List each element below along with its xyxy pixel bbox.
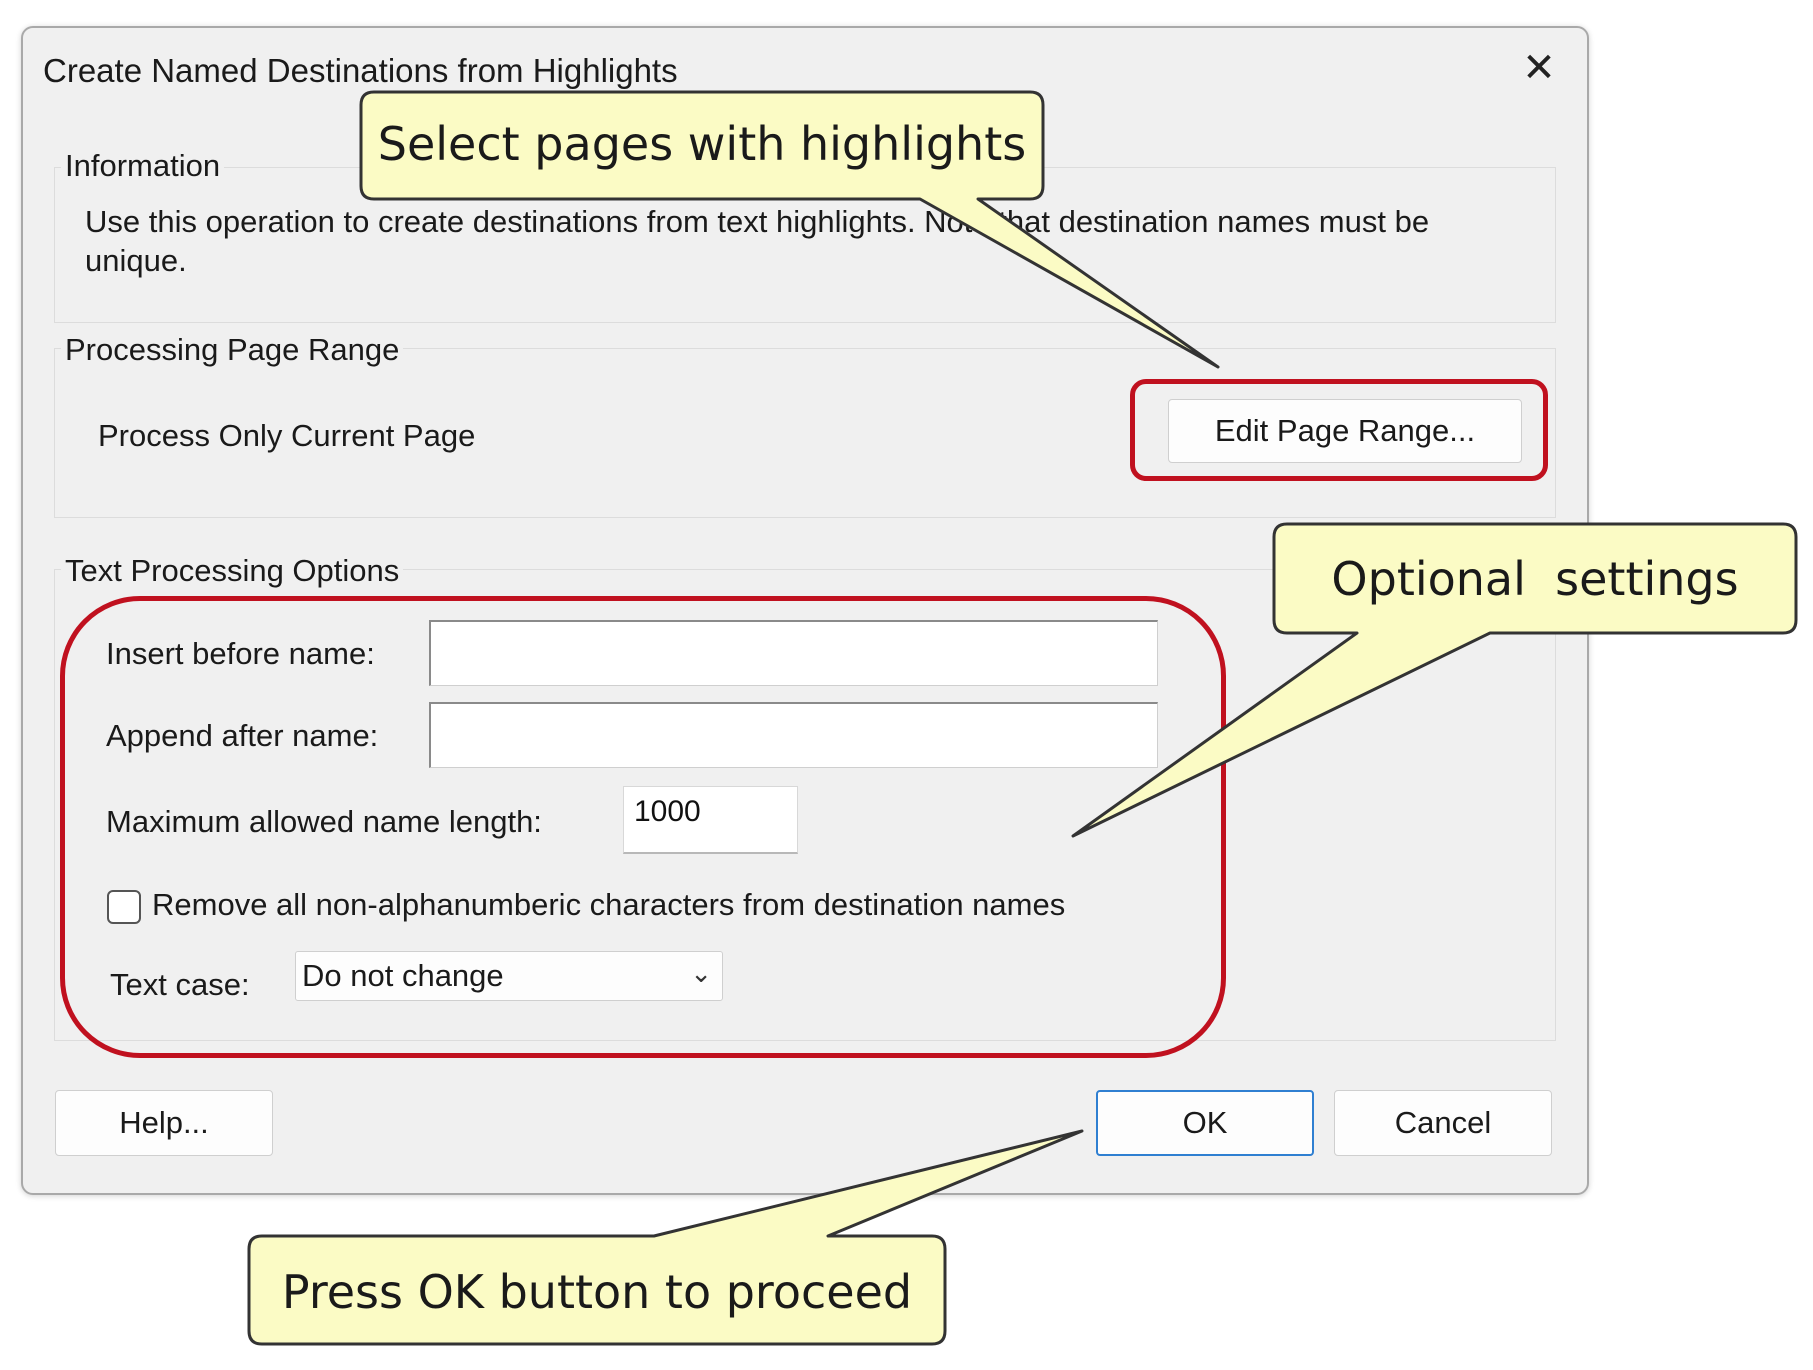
press-ok-callout: Press OK button to proceed (281, 1265, 913, 1319)
optional-callout: Optional settings (1331, 552, 1739, 606)
select-pages-callout: Select pages with highlights (377, 117, 1027, 171)
callout-shapes (247, 90, 1798, 1346)
